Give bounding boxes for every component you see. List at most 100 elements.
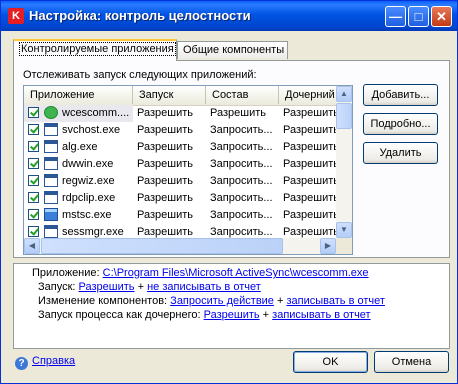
child-value: Разрешить — [283, 141, 338, 153]
application-path-link[interactable]: C:\Program Files\Microsoft ActiveSync\wc… — [103, 267, 369, 279]
composition-value: Запросить... — [210, 158, 273, 170]
vertical-scrollbar[interactable]: ▲ ▼ — [336, 86, 352, 238]
kaspersky-app-icon: K — [8, 8, 24, 24]
composition-value: Запросить... — [210, 141, 273, 153]
tab-common-components[interactable]: Общие компоненты — [177, 41, 288, 59]
launch-log-link[interactable]: не записывать в отчет — [147, 281, 261, 293]
change-log-link[interactable]: записывать в отчет — [286, 295, 384, 307]
scroll-right-icon[interactable]: ▶ — [320, 238, 336, 254]
app-name: dwwin.exe — [62, 158, 114, 170]
child-log-link[interactable]: записывать в отчет — [272, 309, 370, 321]
scroll-down-icon[interactable]: ▼ — [336, 222, 352, 238]
cancel-button[interactable]: Отмена — [374, 351, 449, 373]
child-value: Разрешить — [283, 209, 338, 221]
maximize-button[interactable]: □ — [408, 6, 429, 27]
info-label: Изменение компонентов: — [38, 295, 168, 307]
vertical-scroll-thumb[interactable] — [336, 103, 352, 129]
settings-dialog: K Настройка: контроль целостности — □ ✕ … — [0, 0, 458, 384]
delete-button[interactable]: Удалить — [363, 142, 438, 164]
launch-action-link[interactable]: Разрешить — [79, 281, 135, 293]
app-name: alg.exe — [62, 141, 98, 153]
minimize-button[interactable]: — — [385, 6, 406, 27]
close-button[interactable]: ✕ — [431, 6, 452, 27]
tab-label: Контролируемые приложения — [19, 42, 176, 56]
list-header: Приложение Запуск Состав Дочерний — [24, 86, 338, 106]
close-icon: ✕ — [436, 9, 447, 24]
info-label: Запуск процесса как дочернего: — [38, 309, 201, 321]
child-value: Разрешить — [283, 107, 338, 119]
horizontal-scroll-thumb[interactable] — [41, 238, 283, 254]
exe-icon — [44, 157, 58, 170]
help-icon: ? — [15, 357, 28, 370]
checkbox[interactable] — [28, 107, 39, 118]
checkbox[interactable] — [28, 209, 39, 220]
column-header-application[interactable]: Приложение — [24, 86, 133, 104]
tab-label: Общие компоненты — [183, 44, 285, 56]
list-item[interactable]: rdpclip.exe Разрешить Запросить... Разре… — [24, 190, 338, 207]
launch-value: Разрешить — [137, 226, 193, 238]
info-label: Приложение: — [32, 267, 100, 279]
title-bar[interactable]: K Настройка: контроль целостности — □ ✕ — [1, 1, 457, 31]
launch-value: Разрешить — [137, 107, 193, 119]
composition-value: Запросить... — [210, 175, 273, 187]
checkbox[interactable] — [28, 175, 39, 186]
activesync-icon — [44, 106, 58, 119]
child-value: Разрешить — [283, 175, 338, 187]
exe-icon — [44, 225, 58, 238]
child-value: Разрешить — [283, 158, 338, 170]
scroll-left-icon[interactable]: ◀ — [24, 238, 40, 254]
checkbox[interactable] — [28, 226, 39, 237]
plus-sign: + — [276, 295, 284, 307]
column-header-launch[interactable]: Запуск — [133, 86, 206, 104]
change-action-link[interactable]: Запросить действие — [170, 295, 274, 307]
tab-panel: Отслеживать запуск следующих приложений:… — [13, 60, 450, 258]
list-item[interactable]: wcescomm.... Разрешить Разрешить Разреши… — [24, 105, 338, 122]
child-action-link[interactable]: Разрешить — [204, 309, 260, 321]
scroll-corner — [336, 238, 352, 254]
app-name: svchost.exe — [62, 124, 121, 136]
app-name: regwiz.exe — [62, 175, 115, 187]
column-header-composition[interactable]: Состав — [206, 86, 279, 104]
list-item[interactable]: alg.exe Разрешить Запросить... Разрешить — [24, 139, 338, 156]
remote-desktop-icon — [44, 208, 58, 221]
list-item[interactable]: mstsc.exe Разрешить Запросить... Разреши… — [24, 207, 338, 224]
composition-value: Запросить... — [210, 124, 273, 136]
details-button[interactable]: Подробно... — [363, 113, 438, 135]
exe-icon — [44, 191, 58, 204]
plus-sign: + — [137, 281, 145, 293]
help-link-row[interactable]: ? Справка — [15, 355, 75, 370]
list-label: Отслеживать запуск следующих приложений: — [23, 69, 257, 81]
composition-value: Запросить... — [210, 209, 273, 221]
add-button[interactable]: Добавить... — [363, 84, 438, 106]
list-item[interactable]: dwwin.exe Разрешить Запросить... Разреши… — [24, 156, 338, 173]
info-child-line: Запуск процесса как дочернего: Разрешить… — [38, 309, 371, 321]
horizontal-scrollbar[interactable]: ◀ ▶ — [24, 238, 336, 254]
ok-button[interactable]: OK — [293, 351, 368, 373]
checkbox[interactable] — [28, 158, 39, 169]
exe-icon — [44, 174, 58, 187]
info-label: Запуск: — [38, 281, 76, 293]
window-title: Настройка: контроль целостности — [29, 8, 251, 23]
exe-icon — [44, 140, 58, 153]
checkbox[interactable] — [28, 141, 39, 152]
list-item[interactable]: sessmgr.exe Разрешить Запросить... Разре… — [24, 224, 338, 238]
scroll-up-icon[interactable]: ▲ — [336, 86, 352, 102]
launch-value: Разрешить — [137, 175, 193, 187]
composition-value: Разрешить — [210, 107, 266, 119]
help-link[interactable]: Справка — [32, 355, 75, 367]
composition-value: Запросить... — [210, 226, 273, 238]
exe-icon — [44, 123, 58, 136]
launch-value: Разрешить — [137, 141, 193, 153]
list-item[interactable]: svchost.exe Разрешить Запросить... Разре… — [24, 122, 338, 139]
app-name: rdpclip.exe — [62, 192, 116, 204]
app-name: wcescomm.... — [62, 107, 130, 119]
checkbox[interactable] — [28, 124, 39, 135]
child-value: Разрешить — [283, 226, 338, 238]
checkbox[interactable] — [28, 192, 39, 203]
list-item[interactable]: regwiz.exe Разрешить Запросить... Разреш… — [24, 173, 338, 190]
app-name: mstsc.exe — [62, 209, 112, 221]
tab-monitored-apps[interactable]: Контролируемые приложения — [13, 39, 177, 61]
applications-list[interactable]: Приложение Запуск Состав Дочерний wcesco… — [23, 85, 353, 255]
info-launch-line: Запуск: Разрешить + не записывать в отче… — [38, 281, 261, 293]
launch-value: Разрешить — [137, 209, 193, 221]
